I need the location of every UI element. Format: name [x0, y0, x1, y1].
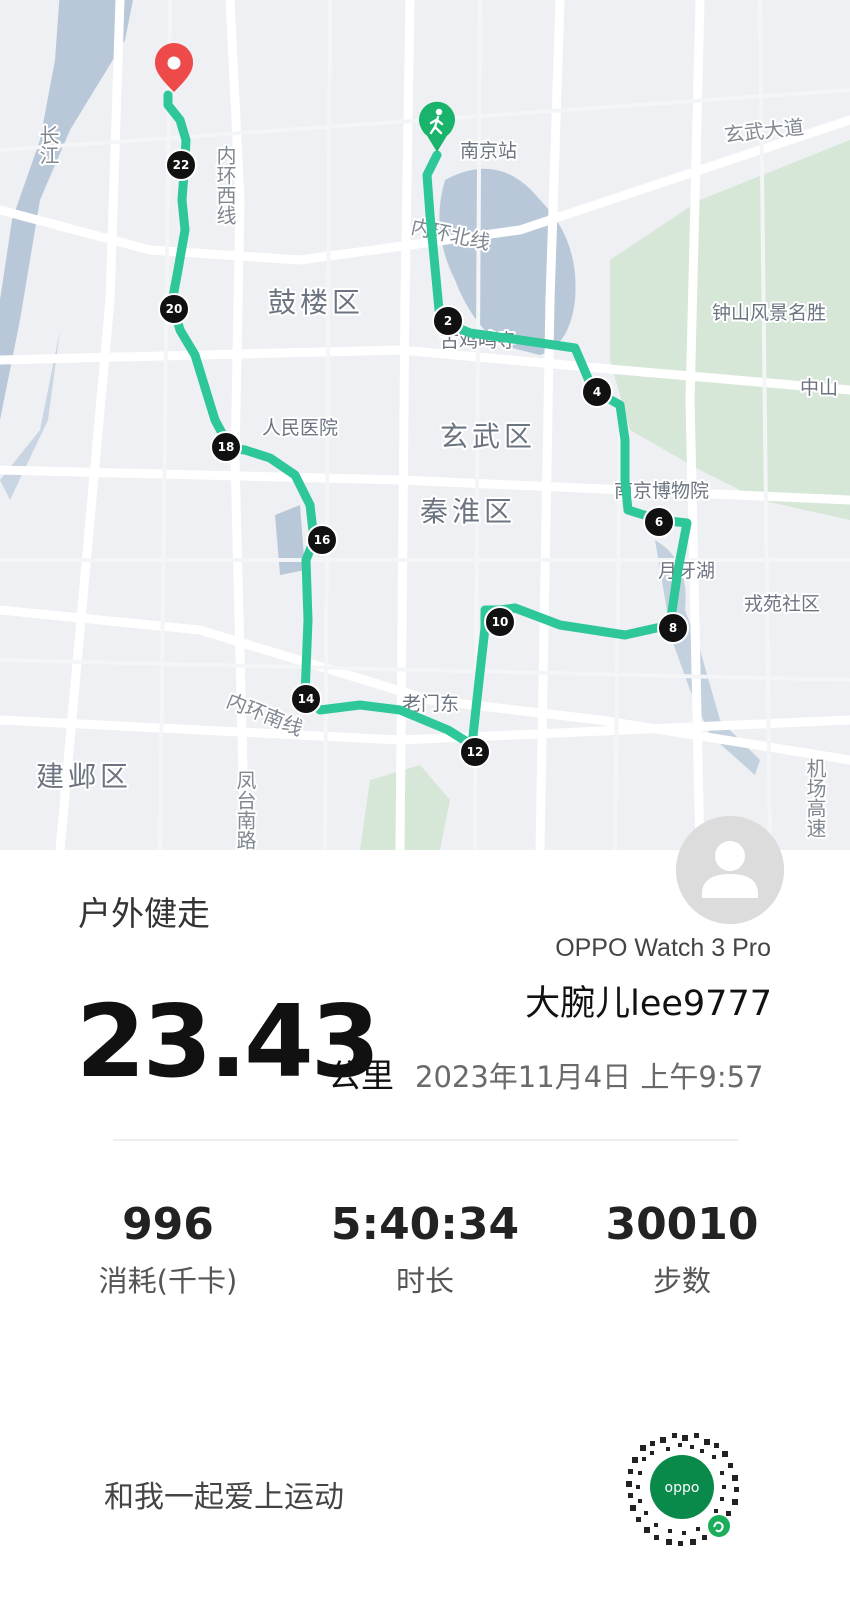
km-marker-label: 14 [298, 692, 315, 706]
km-marker-label: 20 [166, 302, 183, 316]
divider [113, 1139, 738, 1141]
poi-label: 月牙湖 [658, 560, 715, 582]
poi-label: 戎苑社区 [744, 593, 820, 615]
user-avatar[interactable] [676, 816, 784, 924]
default-avatar-icon [676, 816, 784, 924]
km-marker-label: 6 [655, 515, 663, 529]
zhongshan-park [610, 140, 850, 520]
poi-label: 人民医院 [262, 417, 338, 439]
district-label: 秦淮区 [420, 495, 516, 528]
km-marker-label: 18 [218, 440, 235, 454]
km-marker-label: 2 [444, 314, 452, 328]
stat-value: 5:40:34 [330, 1199, 520, 1250]
slogan: 和我一起爱上运动 [104, 1480, 344, 1515]
km-marker-label: 4 [593, 385, 601, 399]
km-marker: 12 [459, 736, 491, 768]
km-marker: 6 [643, 506, 675, 538]
distance-unit: 公里 [328, 1056, 394, 1095]
km-marker: 14 [290, 683, 322, 715]
km-marker-label: 10 [492, 615, 509, 629]
stat-label: 步数 [652, 1264, 711, 1298]
stat-duration: 5:40:34 时长 [305, 1200, 545, 1300]
qr-code-icon: oppo [622, 1429, 742, 1549]
road-label: 凤台南路 [233, 770, 257, 850]
road-label: 机场高速 [803, 758, 827, 838]
district-label: 鼓楼区 [268, 286, 364, 319]
username: 大腕儿lee9777 [525, 984, 772, 1024]
stat-label: 消耗(千卡) [98, 1264, 238, 1298]
km-marker: 16 [306, 524, 338, 556]
km-marker-label: 16 [314, 533, 331, 547]
district-label: 建邺区 [36, 760, 132, 793]
km-marker: 10 [484, 606, 516, 638]
poi-label: 中山 [800, 377, 838, 399]
activity-datetime: 2023年11月4日 上午9:57 [415, 1060, 764, 1094]
km-marker: 20 [158, 293, 190, 325]
poi-label: 钟山风景名胜 [712, 302, 826, 324]
mini-program-qr-code[interactable]: oppo [620, 1427, 745, 1552]
km-marker: 22 [165, 149, 197, 181]
km-marker-label: 8 [669, 621, 677, 635]
route-map[interactable]: 鼓楼区 玄武区 秦淮区 建邺区 南京站 人民医院 南京博物院 月牙湖 戎苑社区 … [0, 0, 850, 850]
stat-value: 996 [122, 1199, 214, 1250]
activity-type: 户外健走 [78, 894, 210, 933]
road-label: 内环西线 [213, 145, 237, 225]
stat-steps: 30010 步数 [562, 1200, 802, 1300]
km-marker-label: 22 [173, 158, 190, 172]
walker-icon[interactable] [419, 101, 456, 152]
qr-brand-text: oppo [665, 1480, 700, 1496]
stat-calories: 996 消耗(千卡) [48, 1200, 288, 1300]
km-marker: 2 [432, 305, 464, 337]
district-label: 玄武区 [440, 420, 536, 453]
poi-label: 南京站 [460, 140, 517, 162]
road-label: 长江 [36, 125, 60, 165]
stat-label: 时长 [395, 1264, 454, 1298]
map-canvas: 鼓楼区 玄武区 秦淮区 建邺区 南京站 人民医院 南京博物院 月牙湖 戎苑社区 … [0, 0, 850, 850]
km-marker-label: 12 [467, 745, 484, 759]
km-marker: 18 [210, 431, 242, 463]
device-name: OPPO Watch 3 Pro [555, 934, 771, 962]
small-lake [275, 505, 305, 575]
km-marker: 4 [581, 376, 613, 408]
km-marker: 8 [657, 612, 689, 644]
location-pin-icon[interactable] [155, 43, 193, 92]
stat-value: 30010 [605, 1199, 759, 1250]
